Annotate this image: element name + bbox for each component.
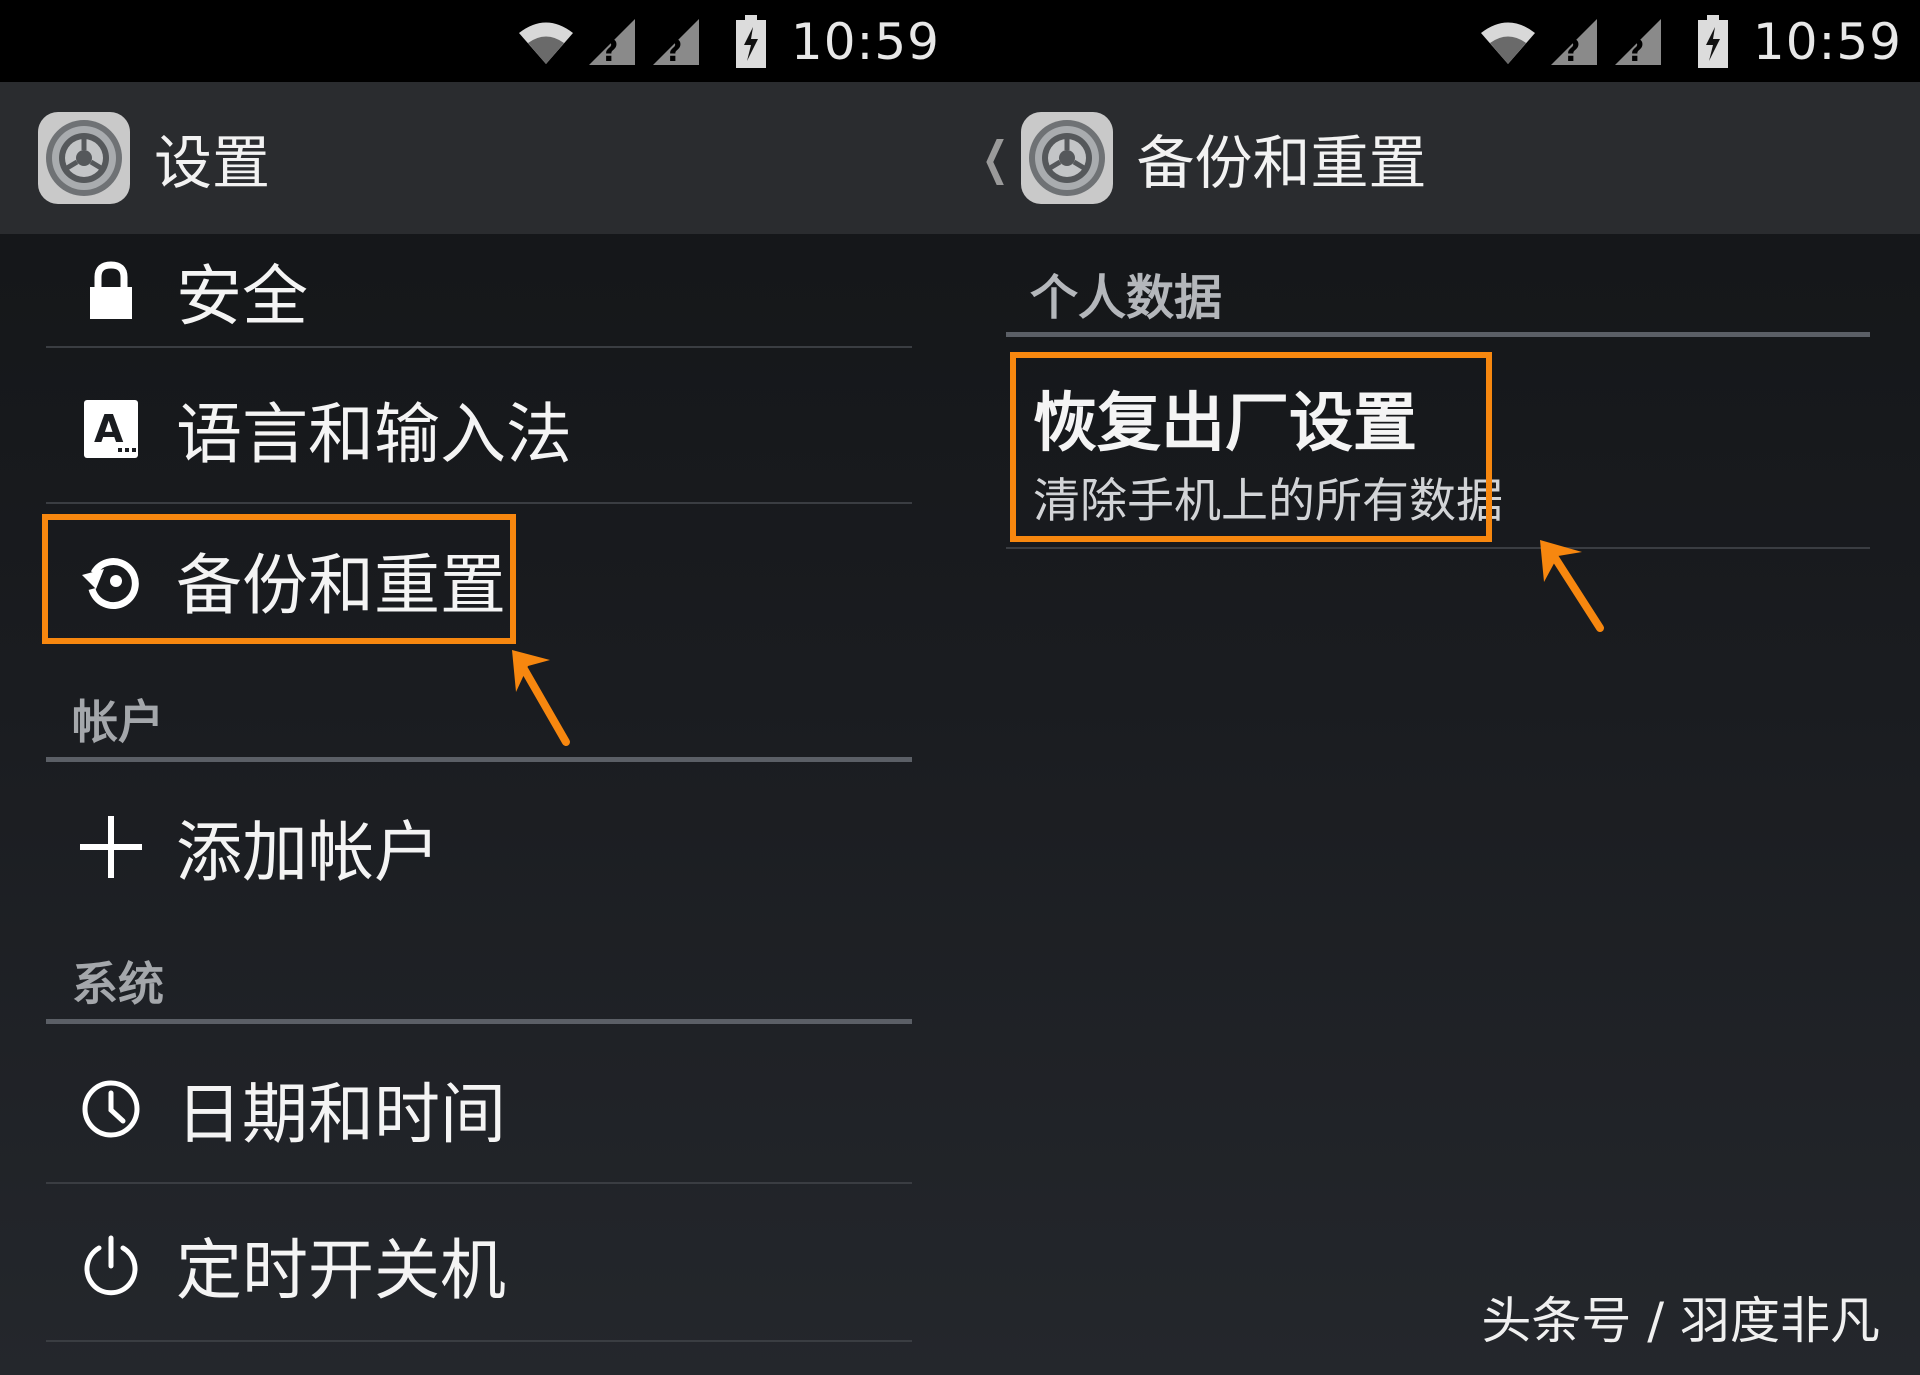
- menu-item-label: 语言和输入法: [176, 396, 572, 473]
- section-header-accounts: 帐户: [72, 695, 164, 749]
- pointer-arrow: [1540, 540, 1604, 632]
- power-icon: [76, 1230, 146, 1300]
- status-bar: ? ? 10:59: [958, 0, 1920, 82]
- settings-screen: ? ? 10:59 设置 安全 A 语言和输入法 备份和重置 帐户 添加帐户 系…: [0, 0, 958, 1375]
- svg-text:?: ?: [1563, 34, 1580, 69]
- keyboard-language-icon: A: [76, 394, 146, 464]
- clock: 10:59: [1752, 13, 1902, 71]
- wifi-icon: [1480, 22, 1535, 64]
- svg-text:A: A: [94, 407, 124, 451]
- status-bar: ? ? 10:59: [0, 0, 958, 82]
- backup-reset-screen: ? ? 10:59 ❮ 备份和重置 个人数据 恢复出厂设置 清除手机上的所有数据: [958, 0, 1920, 1375]
- clock-icon: [76, 1074, 146, 1144]
- divider: [46, 502, 912, 504]
- svg-text:?: ?: [1627, 34, 1644, 69]
- signal-unknown-icon: ?: [652, 19, 699, 69]
- svg-text:?: ?: [665, 34, 682, 69]
- divider: [46, 346, 912, 348]
- section-rule: [46, 1019, 912, 1024]
- menu-item-language-input[interactable]: A 语言和输入法: [46, 364, 912, 494]
- menu-item-date-time[interactable]: 日期和时间: [46, 1044, 912, 1174]
- menu-item-scheduled-power[interactable]: 定时开关机: [46, 1200, 912, 1330]
- signal-unknown-icon: ?: [1550, 19, 1597, 69]
- action-bar: ❮ 备份和重置: [958, 82, 1920, 234]
- divider: [1006, 547, 1870, 549]
- lock-icon: [76, 256, 146, 326]
- action-bar: 设置: [0, 82, 958, 234]
- back-chevron-icon[interactable]: ❮: [982, 131, 1009, 185]
- highlight-box: [42, 514, 516, 644]
- menu-item-add-account[interactable]: 添加帐户: [46, 782, 912, 912]
- divider: [46, 1182, 912, 1184]
- section-rule: [46, 757, 912, 762]
- clock: 10:59: [790, 13, 940, 71]
- menu-item-label: 日期和时间: [176, 1076, 506, 1153]
- section-rule: [1006, 332, 1870, 337]
- svg-text:?: ?: [601, 34, 618, 69]
- menu-item-label: 安全: [176, 258, 308, 335]
- highlight-box: [1010, 352, 1492, 542]
- settings-app-icon[interactable]: [36, 110, 132, 206]
- battery-charging-icon: [1697, 15, 1728, 68]
- divider: [46, 1340, 912, 1342]
- add-icon: [76, 812, 146, 882]
- menu-item-label: 添加帐户: [176, 814, 440, 891]
- settings-app-icon[interactable]: [1019, 110, 1115, 206]
- menu-item-label: 定时开关机: [176, 1232, 506, 1309]
- battery-charging-icon: [735, 15, 766, 68]
- section-header-personal-data: 个人数据: [1030, 270, 1223, 326]
- menu-item-security[interactable]: 安全: [46, 236, 912, 346]
- signal-unknown-icon: ?: [588, 19, 635, 69]
- section-header-system: 系统: [72, 957, 164, 1011]
- page-title: 备份和重置: [1136, 129, 1427, 197]
- wifi-icon: [518, 22, 573, 64]
- signal-unknown-icon: ?: [1614, 19, 1661, 69]
- watermark: 头条号 / 羽度非凡: [1481, 1292, 1880, 1350]
- pointer-arrow: [512, 650, 570, 746]
- page-title: 设置: [154, 129, 271, 197]
